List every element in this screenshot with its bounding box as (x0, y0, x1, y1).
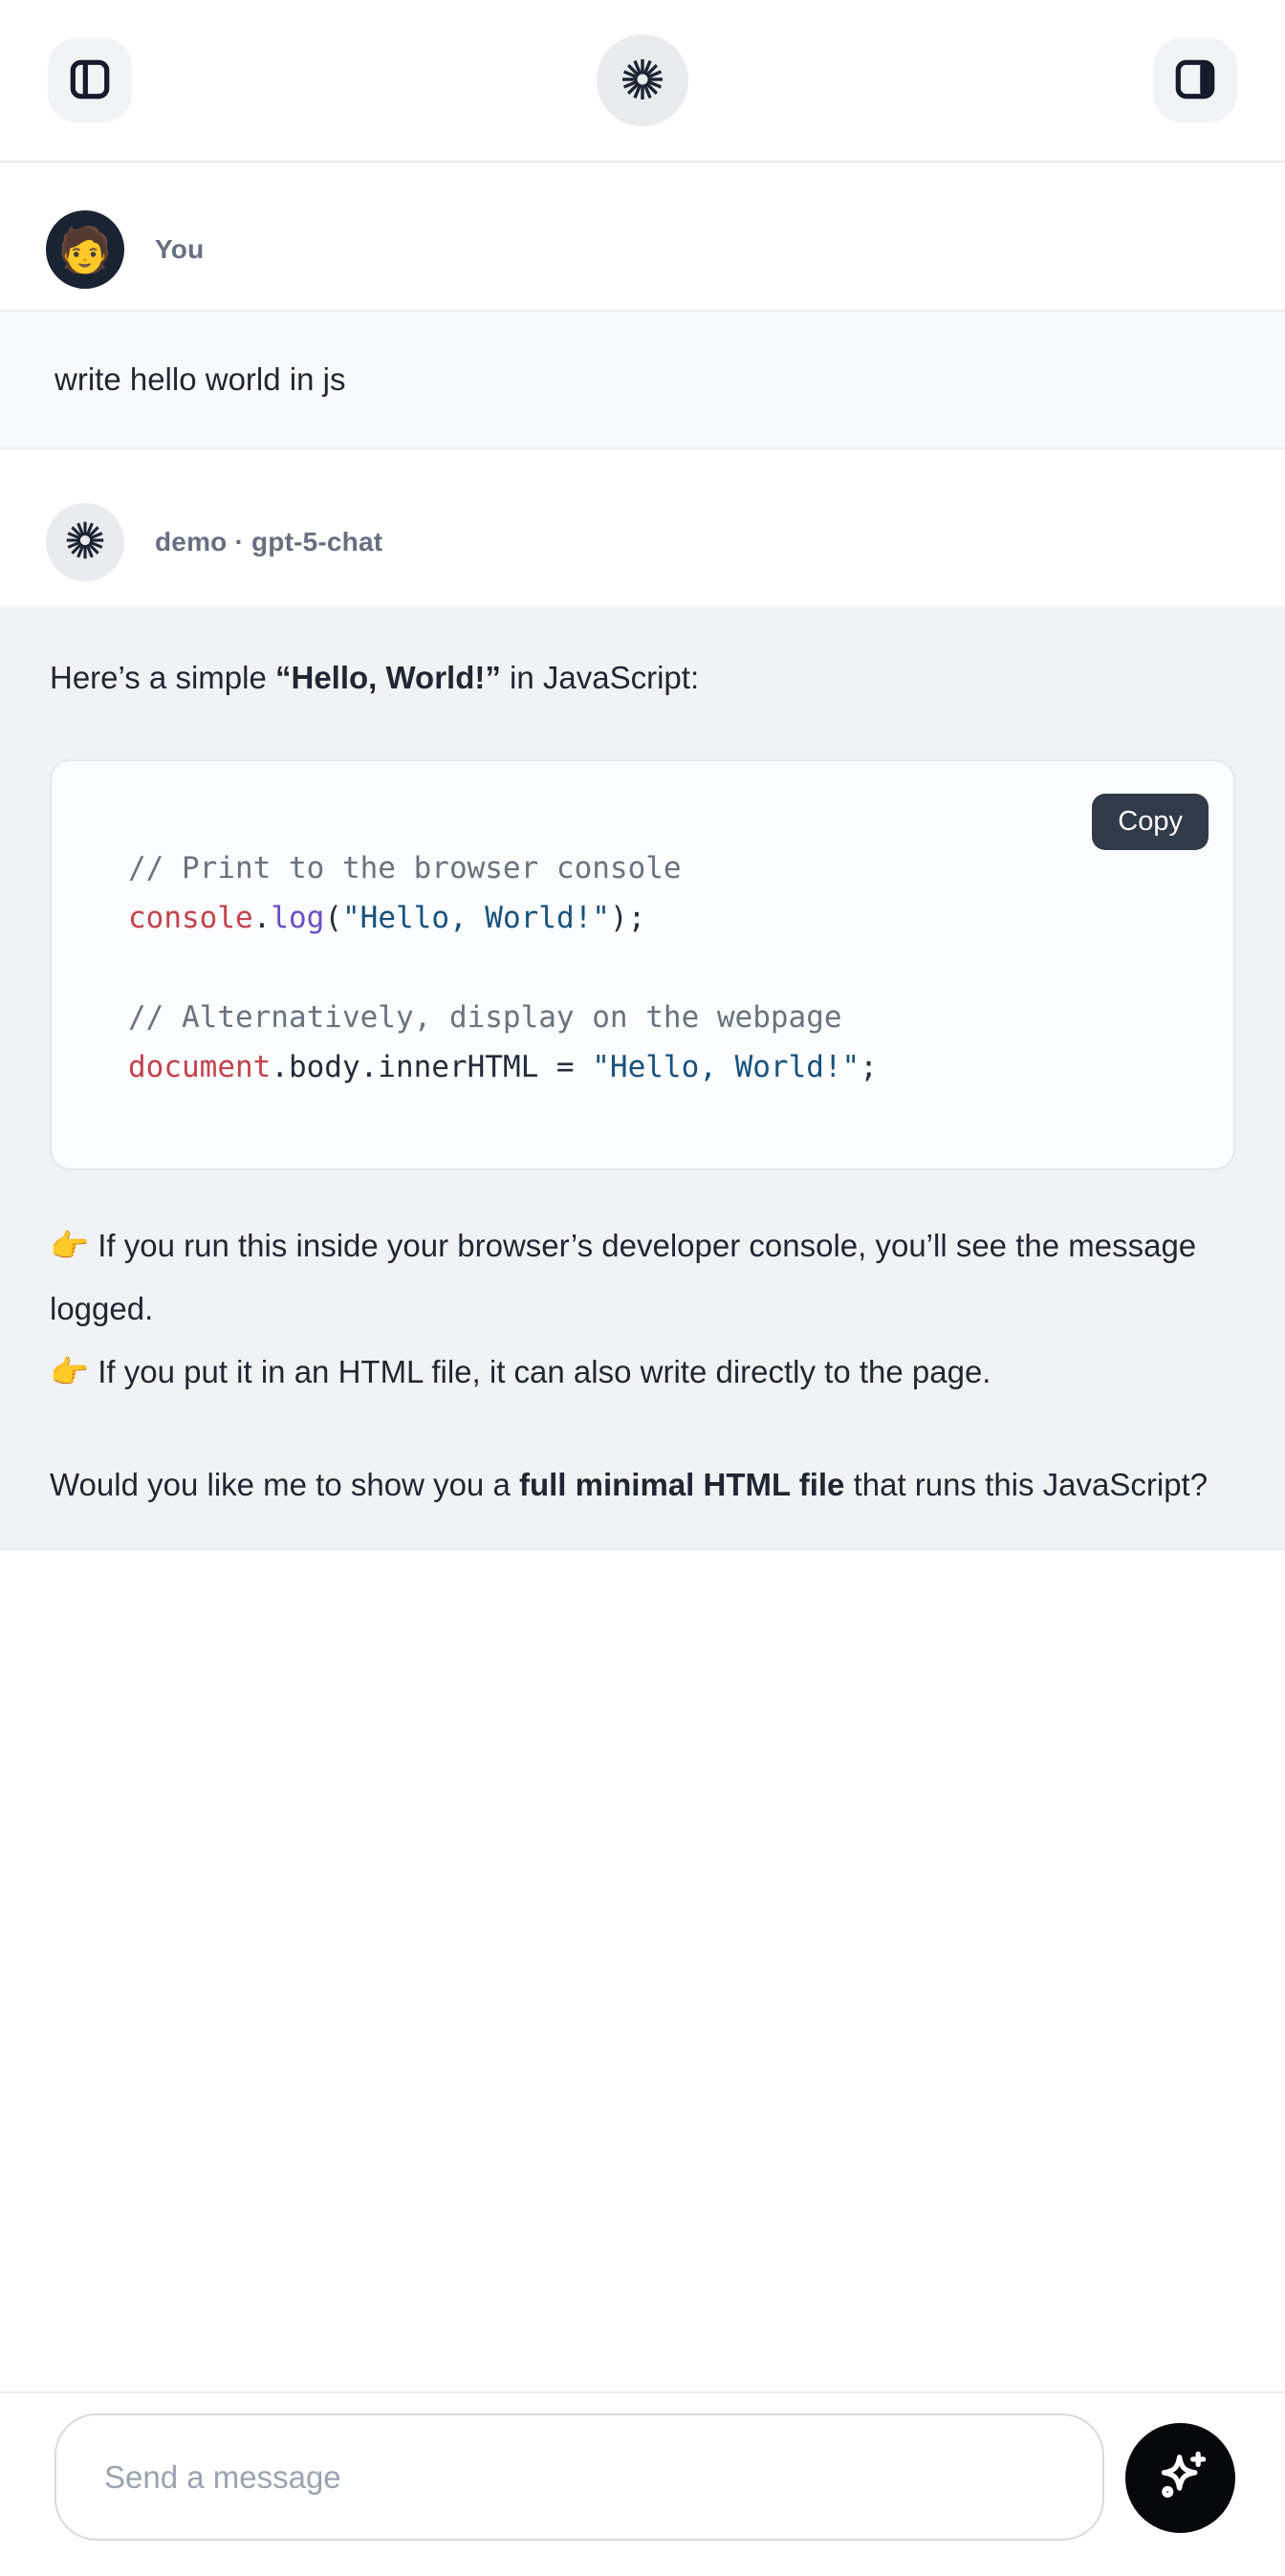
assistant-tips: 👉 If you run this inside your browser’s … (50, 1214, 1235, 1404)
sparkle-icon (1149, 2445, 1212, 2511)
assistant-message-header: demo · gpt-5-chat (0, 449, 1285, 606)
panel-right-icon (1171, 55, 1219, 106)
empty-chat-space (0, 1551, 1285, 2391)
code-line (128, 943, 1195, 993)
assistant-message: Here’s a simple “Hello, World!” in JavaS… (0, 606, 1285, 1551)
starburst-icon (620, 56, 665, 105)
assistant-role-label: demo · gpt-5-chat (155, 527, 382, 557)
code-line: // Print to the browser console (128, 843, 1195, 893)
assistant-question: Would you like me to show you a full min… (50, 1453, 1235, 1517)
intro-text: Here’s a simple (50, 660, 275, 695)
intro-bold-text: “Hello, World!” (275, 660, 501, 695)
message-input[interactable] (54, 2413, 1104, 2541)
starburst-icon (64, 519, 106, 566)
user-message-text: write hello world in js (54, 361, 345, 397)
assistant-intro: Here’s a simple “Hello, World!” in JavaS… (50, 646, 1235, 709)
user-role-label: You (155, 234, 204, 265)
tip-line: 👉 If you run this inside your browser’s … (50, 1214, 1235, 1341)
tip-line: 👉 If you put it in an HTML file, it can … (50, 1341, 1235, 1404)
code-content: // Print to the browser consoleconsole.l… (128, 843, 1195, 1092)
user-message-header: 🧑 You (0, 163, 1285, 310)
copy-code-button[interactable]: Copy (1092, 794, 1209, 850)
app-logo-button[interactable] (597, 34, 688, 126)
question-bold-text: full minimal HTML file (519, 1467, 844, 1502)
code-line: // Alternatively, display on the webpage (128, 993, 1195, 1042)
code-line: console.log("Hello, World!"); (128, 893, 1195, 943)
code-block: Copy // Print to the browser consolecons… (50, 759, 1235, 1170)
question-text: Would you like me to show you a (50, 1467, 519, 1502)
toggle-right-sidebar-button[interactable] (1153, 38, 1237, 122)
toggle-left-sidebar-button[interactable] (48, 38, 132, 122)
question-text: that runs this JavaScript? (844, 1467, 1208, 1502)
person-emoji: 🧑 (57, 228, 112, 272)
send-button[interactable] (1125, 2423, 1235, 2533)
assistant-avatar (46, 503, 124, 581)
header (0, 0, 1285, 163)
user-message: write hello world in js (0, 310, 1285, 449)
composer-bar (0, 2391, 1285, 2576)
code-line: document.body.innerHTML = "Hello, World!… (128, 1042, 1195, 1092)
chat-app: 🧑 You write hello world in js demo · gpt… (0, 0, 1285, 2576)
intro-text: in JavaScript: (501, 660, 699, 695)
panel-left-icon (66, 55, 114, 106)
user-avatar: 🧑 (46, 210, 124, 289)
